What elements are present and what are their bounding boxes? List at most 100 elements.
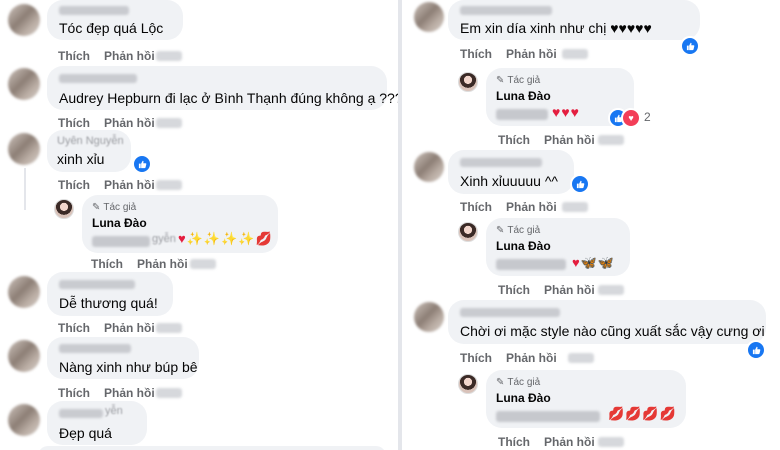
like-button[interactable]: Thích	[58, 178, 90, 192]
comment-bubble: Xinh xỉuuuuu ^^	[448, 150, 574, 194]
reply-time-blurred	[598, 285, 624, 295]
comment-time-blurred	[156, 323, 182, 333]
like-reaction-icon[interactable]	[570, 174, 590, 194]
reply-author-name[interactable]: Luna Đào	[92, 216, 147, 230]
like-button[interactable]: Thích	[58, 386, 90, 400]
reply-emoji: ♥♥♥	[552, 104, 580, 120]
comment-time-blurred	[568, 353, 594, 363]
comment-text: Chời ơi mặc style nào cũng xuất sắc vậy …	[460, 323, 765, 339]
reply-actions: Thích Phản hồi	[91, 257, 202, 271]
reply-emoji: 💋💋💋💋	[608, 406, 677, 421]
comment-time-blurred	[156, 388, 182, 398]
comment-time-blurred	[156, 51, 182, 61]
reply-time-blurred	[190, 259, 216, 269]
commenter-name-blurred	[460, 308, 560, 317]
comment-time-blurred	[562, 202, 588, 212]
reply-time-blurred	[598, 135, 624, 145]
author-avatar[interactable]	[458, 72, 478, 92]
commenter-avatar[interactable]	[8, 404, 40, 436]
like-button[interactable]: Thích	[58, 116, 90, 130]
comment-bubble: Nàng xinh như búp bê	[47, 337, 199, 379]
reply-text-blurred	[496, 109, 548, 120]
kiss-emoji: 💋	[255, 231, 273, 246]
comment-text: Đẹp quá	[59, 425, 112, 441]
heart-emoji: ♥	[178, 231, 187, 246]
author-avatar[interactable]	[54, 199, 74, 219]
like-button[interactable]: Thích	[460, 351, 492, 365]
reply-button[interactable]: Phản hồi	[544, 283, 595, 297]
love-reaction-icon[interactable]: ♥	[621, 108, 641, 128]
reply-button[interactable]: Phản hồi	[104, 49, 155, 63]
reply-button[interactable]: Phản hồi	[104, 178, 155, 192]
commenter-avatar[interactable]	[8, 340, 40, 372]
comment-actions: Thích Phản hồi	[58, 116, 169, 130]
comment-bubble: Tóc đẹp quá Lộc	[47, 0, 183, 40]
like-reaction-icon[interactable]	[680, 36, 700, 56]
comment-bubble: Chời ơi mặc style nào cũng xuất sắc vậy …	[448, 300, 766, 344]
commenter-avatar[interactable]	[8, 276, 40, 308]
heart-emoji: ♥	[572, 255, 581, 270]
commenter-avatar[interactable]	[414, 152, 444, 182]
like-button[interactable]: Thích	[91, 257, 123, 271]
reply-button[interactable]: Phản hồi	[506, 47, 557, 61]
comment-bubble: Em xin día xinh như chị ♥♥♥♥♥	[448, 0, 700, 40]
author-avatar[interactable]	[458, 222, 478, 242]
reply-button[interactable]: Phản hồi	[104, 116, 155, 130]
left-comment-panel: Tóc đẹp quá Lộc Thích Phản hồi Audrey Hep…	[0, 0, 398, 450]
comment-bubble: Audrey Hepburn đi lạc ở Bình Thạnh đúng …	[47, 66, 398, 110]
author-badge: ✎ Tác giả	[496, 225, 541, 236]
comment-actions: Thích Phản hồi	[58, 321, 169, 335]
commenter-avatar[interactable]	[414, 302, 444, 332]
author-badge: ✎ Tác giả	[496, 75, 541, 86]
reply-button[interactable]: Phản hồi	[506, 351, 557, 365]
reply-button[interactable]: Phản hồi	[544, 133, 595, 147]
like-button[interactable]: Thích	[460, 200, 492, 214]
like-reaction-icon[interactable]	[746, 340, 766, 360]
like-button[interactable]: Thích	[460, 47, 492, 61]
like-button[interactable]: Thích	[498, 133, 530, 147]
pen-icon: ✎	[92, 202, 101, 213]
reply-button[interactable]: Phản hồi	[104, 321, 155, 335]
reply-author-name[interactable]: Luna Đào	[496, 89, 551, 103]
like-reaction-icon[interactable]	[132, 154, 152, 174]
commenter-name-blurred	[59, 74, 137, 83]
commenter-name-partial: Uyên Nguyễn	[57, 135, 124, 147]
commenter-name-blurred	[460, 6, 552, 15]
commenter-name-blurred	[59, 280, 135, 289]
comment-text: xinh xỉu	[57, 151, 105, 167]
reply-emoji: ♥🦋🦋	[572, 255, 615, 271]
reply-button[interactable]: Phản hồi	[506, 200, 557, 214]
reply-author-name[interactable]: Luna Đào	[496, 239, 551, 253]
reply-actions: Thích Phản hồi	[498, 435, 609, 449]
reaction-count[interactable]: 2	[644, 110, 651, 124]
comment-bubble: Dễ thương quá!	[47, 272, 173, 316]
like-button[interactable]: Thích	[58, 49, 90, 63]
like-button[interactable]: Thích	[498, 435, 530, 449]
reply-button[interactable]: Phản hồi	[137, 257, 188, 271]
commenter-name-blurred	[59, 409, 103, 418]
thread-line	[24, 168, 26, 210]
reply-bubble: ✎ Tác giả Luna Đào 💋💋💋💋	[486, 370, 686, 428]
comment-text: Tóc đẹp quá Lộc	[59, 20, 164, 36]
commenter-avatar[interactable]	[414, 2, 444, 32]
commenter-avatar[interactable]	[8, 4, 40, 36]
reply-author-name[interactable]: Luna Đào	[496, 391, 551, 405]
like-button[interactable]: Thích	[498, 283, 530, 297]
commenter-avatar[interactable]	[8, 68, 40, 100]
commenter-name-blurred	[59, 6, 129, 15]
reply-button[interactable]: Phản hồi	[544, 435, 595, 449]
reply-button[interactable]: Phản hồi	[104, 386, 155, 400]
author-avatar[interactable]	[458, 374, 478, 394]
pen-icon: ✎	[496, 75, 505, 86]
reply-actions: Thích Phản hồi	[498, 283, 609, 297]
butterfly-emoji: 🦋🦋	[580, 255, 616, 270]
pen-icon: ✎	[496, 225, 505, 236]
comment-bubble: yễn Đẹp quá	[47, 401, 147, 445]
comment-actions: Thích Phản hồi	[460, 47, 571, 61]
author-badge: ✎ Tác giả	[92, 202, 137, 213]
commenter-avatar[interactable]	[8, 133, 40, 165]
next-comment-bubble-partial	[38, 446, 386, 450]
reply-text-blurred	[92, 236, 150, 247]
like-button[interactable]: Thích	[58, 321, 90, 335]
comment-actions: Thích Phản hồi	[58, 386, 169, 400]
